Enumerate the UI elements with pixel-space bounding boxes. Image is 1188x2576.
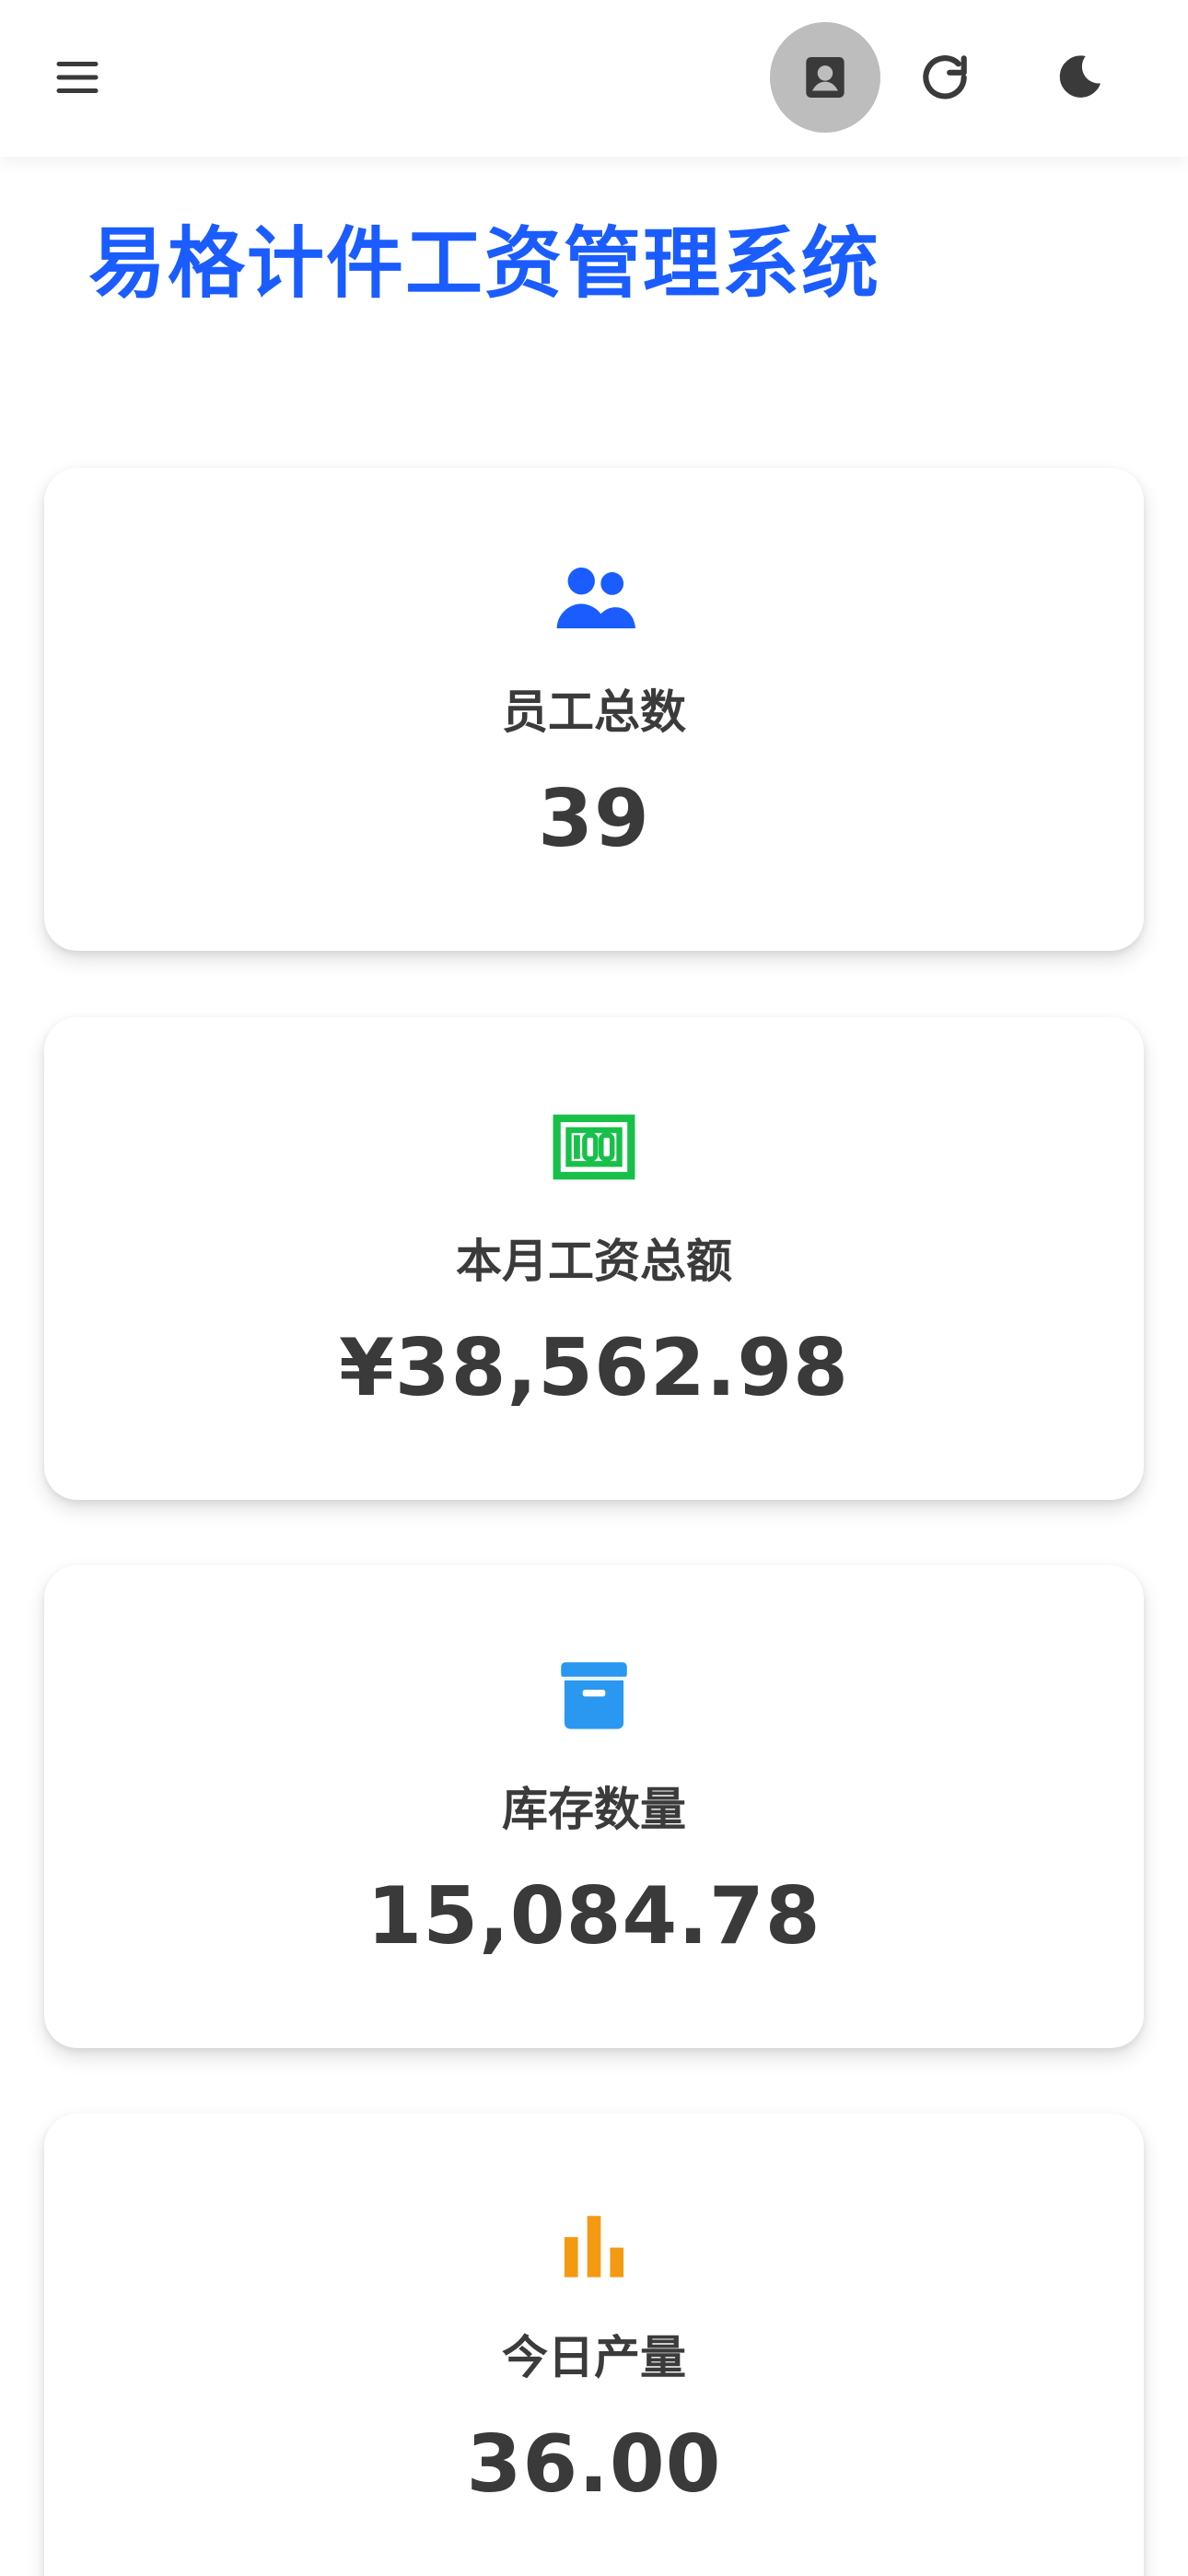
- stat-value: ¥38,562.98: [338, 1322, 850, 1414]
- menu-button[interactable]: [22, 22, 133, 133]
- stat-label: 员工总数: [502, 685, 686, 739]
- users-icon: [543, 547, 645, 649]
- profile-icon: [806, 57, 844, 98]
- profile-button[interactable]: [770, 22, 880, 133]
- stat-card-output[interactable]: 今日产量 36.00: [44, 2113, 1144, 2576]
- stat-label: 本月工资总额: [456, 1235, 732, 1288]
- stat-value: 36.00: [466, 2418, 722, 2511]
- money-icon: [543, 1096, 645, 1198]
- stat-label: 今日产量: [502, 2331, 686, 2384]
- inventory-box-icon: [543, 1645, 645, 1746]
- stat-card-inventory[interactable]: 库存数量 15,084.78: [44, 1565, 1144, 2048]
- stat-value: 39: [538, 773, 650, 865]
- stat-card-salary[interactable]: 本月工资总额 ¥38,562.98: [44, 1017, 1144, 1500]
- stat-card-employees[interactable]: 员工总数 39: [44, 468, 1144, 951]
- bar-chart-icon: [543, 2193, 645, 2294]
- stat-label: 库存数量: [502, 1783, 686, 1836]
- moon-icon: [1059, 55, 1101, 98]
- refresh-button[interactable]: [890, 22, 1000, 133]
- refresh-icon: [923, 55, 967, 100]
- page-title: 易格计件工资管理系统: [88, 218, 881, 309]
- menu-icon: [56, 62, 99, 93]
- stat-value: 15,084.78: [367, 1870, 821, 1962]
- top-app-bar: [0, 0, 1188, 157]
- theme-toggle-button[interactable]: [1024, 22, 1135, 133]
